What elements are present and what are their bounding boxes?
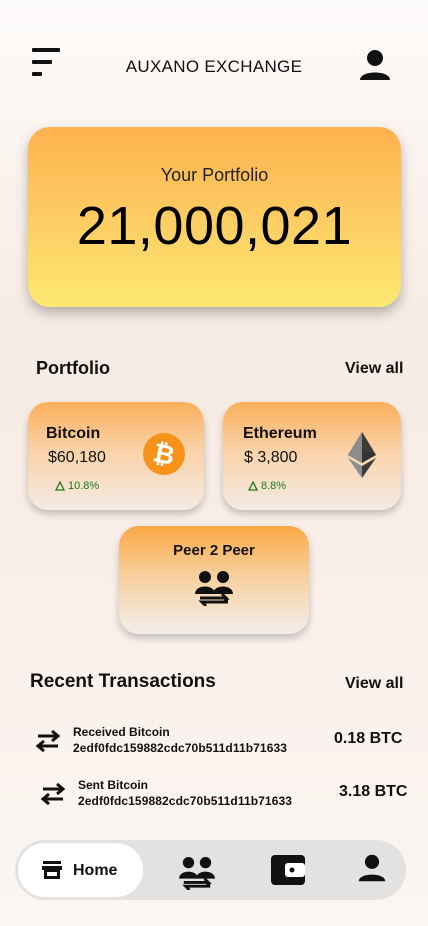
transaction-amount: 3.18 BTC xyxy=(339,783,408,800)
coin-change-value: 8.8% xyxy=(261,480,287,492)
portfolio-view-all-link[interactable]: View all xyxy=(345,360,403,378)
transaction-hash: 2edf0fdc159882cdc70b511d11b71633 xyxy=(78,794,293,808)
coin-change: 8.8% xyxy=(247,480,287,492)
swap-arrows-icon xyxy=(35,730,61,752)
nav-profile-tab[interactable] xyxy=(357,853,389,885)
peer-exchange-icon xyxy=(179,856,215,892)
peer-to-peer-card[interactable]: Peer 2 Peer xyxy=(119,526,309,634)
coin-price: $60,180 xyxy=(48,449,106,466)
wallet-icon xyxy=(271,855,305,885)
coin-card-ethereum[interactable]: Ethereum $ 3,800 8.8% xyxy=(223,402,401,510)
coin-price: $ 3,800 xyxy=(244,449,298,466)
store-icon xyxy=(42,861,62,879)
transactions-view-all-link[interactable]: View all xyxy=(345,675,403,693)
peer-exchange-icon xyxy=(195,571,233,606)
bitcoin-icon: ₿ xyxy=(143,433,185,475)
nav-home-tab[interactable]: Home xyxy=(18,843,143,897)
person-icon xyxy=(358,854,386,882)
menu-icon xyxy=(32,48,60,52)
triangle-up-icon xyxy=(247,480,259,491)
coin-name: Ethereum xyxy=(243,425,317,442)
person-icon xyxy=(360,50,390,80)
transaction-amount: 0.18 BTC xyxy=(334,730,403,747)
portfolio-summary-card: Your Portfolio 21,000,021 xyxy=(28,127,401,307)
portfolio-label: Your Portfolio xyxy=(160,165,269,185)
bottom-navigation: Home xyxy=(15,840,406,900)
swap-arrows-icon xyxy=(40,783,66,805)
coin-change-value: 10.8% xyxy=(68,480,100,492)
nav-wallet-tab[interactable] xyxy=(270,853,306,887)
coin-card-bitcoin[interactable]: Bitcoin $60,180 10.8% ₿ xyxy=(28,402,204,510)
transaction-title: Received Bitcoin xyxy=(73,725,170,739)
ethereum-icon xyxy=(348,432,376,478)
peer-to-peer-label: Peer 2 Peer xyxy=(173,542,255,559)
nav-home-label: Home xyxy=(73,862,118,879)
transactions-section-title: Recent Transactions xyxy=(30,671,216,692)
portfolio-value: 21,000,021 xyxy=(76,196,353,256)
transaction-title: Sent Bitcoin xyxy=(78,778,149,792)
transaction-row[interactable]: Received Bitcoin 2edf0fdc159882cdc70b511… xyxy=(30,722,410,762)
coin-name: Bitcoin xyxy=(46,425,101,442)
triangle-up-icon xyxy=(54,480,66,491)
profile-button[interactable] xyxy=(358,48,392,82)
nav-peer-tab[interactable] xyxy=(177,856,219,892)
coin-change: 10.8% xyxy=(54,480,100,492)
transaction-hash: 2edf0fdc159882cdc70b511d11b71633 xyxy=(73,741,288,755)
transaction-row[interactable]: Sent Bitcoin 2edf0fdc159882cdc70b511d11b… xyxy=(35,775,415,815)
portfolio-section-title: Portfolio xyxy=(36,358,110,378)
